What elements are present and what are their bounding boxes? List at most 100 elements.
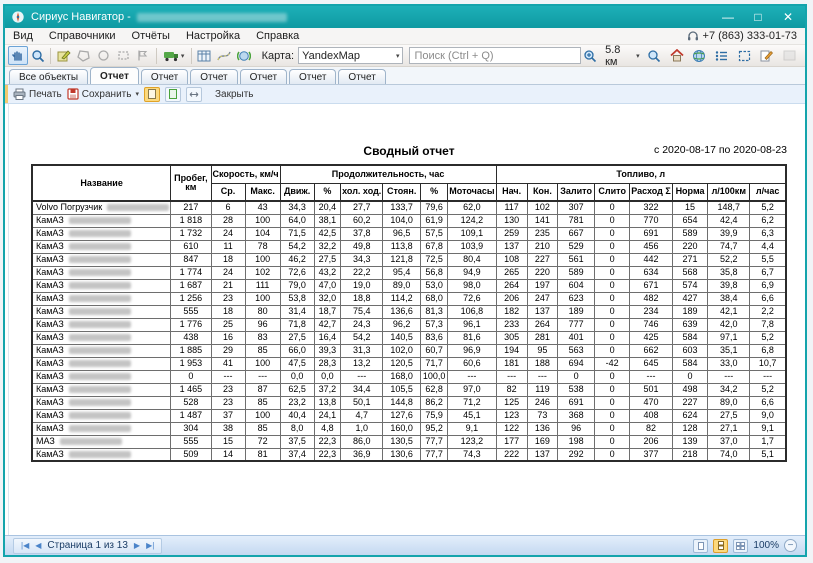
tab-report-active[interactable]: Отчет — [90, 67, 139, 84]
maximize-button[interactable]: □ — [743, 7, 773, 27]
prev-page-button[interactable]: ◀ — [35, 542, 41, 550]
next-page-button[interactable]: ▶ — [134, 542, 140, 550]
col-header-l-per-hour: л/час — [750, 183, 786, 201]
home-button[interactable] — [667, 46, 686, 65]
page-mode-fit-button[interactable] — [186, 87, 202, 102]
page-mode-continuous-button[interactable] — [165, 87, 181, 102]
zoom-in-button[interactable] — [581, 46, 600, 65]
last-page-button[interactable]: ▶| — [146, 542, 154, 550]
table-cell: 140,5 — [383, 331, 421, 344]
route-view-icon — [217, 50, 231, 62]
flag-tool-button[interactable] — [133, 46, 153, 65]
minimize-button[interactable]: — — [713, 7, 743, 27]
table-cell: 220 — [527, 266, 557, 279]
circle-select-button[interactable] — [94, 46, 114, 65]
table-cell: 4,7 — [341, 409, 383, 422]
tab-report-4[interactable]: Отчет — [240, 69, 287, 84]
vehicle-name-cell: КамАЗ — [32, 383, 171, 396]
table-cell: 1 776 — [171, 318, 211, 331]
view-single-page-button[interactable] — [693, 539, 708, 553]
close-button[interactable]: ✕ — [773, 7, 803, 27]
menu-reports[interactable]: Отчёты — [132, 30, 170, 42]
edit-note-button[interactable] — [757, 46, 776, 65]
tab-report-3[interactable]: Отчет — [190, 69, 237, 84]
table-cell: --- — [527, 370, 557, 383]
rect-select-button[interactable] — [113, 46, 133, 65]
map-edit-button[interactable] — [54, 46, 74, 65]
col-header-engine-hours: Моточасы — [448, 183, 496, 201]
col-header-parked-pct: % — [421, 183, 448, 201]
table-cell: 39,3 — [314, 344, 340, 357]
close-report-button[interactable]: Закрыть — [215, 89, 254, 100]
table-cell: 85 — [245, 396, 280, 409]
table-cell: 103,9 — [448, 240, 496, 253]
table-cell: 37,8 — [341, 227, 383, 240]
menu-directories[interactable]: Справочники — [49, 30, 116, 42]
table-cell: 15 — [211, 435, 245, 448]
table-cell: 6,3 — [750, 227, 786, 240]
table-cell: 563 — [558, 344, 595, 357]
first-page-button[interactable]: |◀ — [21, 542, 29, 550]
col-header-moving-pct: % — [314, 183, 340, 201]
table-cell: 89,0 — [383, 279, 421, 292]
zoom-tool-button[interactable] — [645, 46, 664, 65]
globe-refresh-button[interactable] — [234, 46, 254, 65]
table-cell: 1 774 — [171, 266, 211, 279]
menu-view[interactable]: Вид — [13, 30, 33, 42]
table-cell: 71,2 — [448, 396, 496, 409]
view-continuous-button[interactable] — [713, 539, 728, 553]
zoom-search-button[interactable] — [28, 46, 48, 65]
disabled-tool-button — [780, 46, 799, 65]
table-cell: 425 — [630, 331, 673, 344]
globe-button[interactable] — [690, 46, 709, 65]
table-cell: 0 — [595, 422, 630, 435]
redacted-plate — [69, 308, 131, 315]
scale-dropdown[interactable]: 5.8 км ▾ — [603, 44, 642, 68]
polygon-select-button[interactable] — [74, 46, 94, 65]
select-frame-button[interactable] — [735, 46, 754, 65]
tab-all-objects[interactable]: Все объекты — [9, 69, 88, 84]
legend-list-button[interactable] — [712, 46, 731, 65]
table-cell: 24,3 — [341, 318, 383, 331]
table-cell: 35,1 — [708, 344, 750, 357]
menu-help[interactable]: Справка — [256, 30, 299, 42]
tab-report-2[interactable]: Отчет — [141, 69, 188, 84]
table-cell: 136 — [527, 422, 557, 435]
table-cell: 148,7 — [708, 201, 750, 214]
table-row: КамАЗ1 4873710040,424,14,7127,675,945,11… — [32, 409, 786, 422]
table-cell: 123,2 — [448, 435, 496, 448]
table-cell: 1 818 — [171, 214, 211, 227]
table-view-button[interactable] — [195, 46, 215, 65]
table-cell: 77,7 — [421, 448, 448, 461]
table-cell: 456 — [630, 240, 673, 253]
map-select[interactable]: YandexMap ▾ — [298, 47, 403, 64]
print-button[interactable]: Печать — [13, 88, 62, 100]
table-cell: 73 — [527, 409, 557, 422]
table-cell: 584 — [672, 331, 707, 344]
save-dropdown-arrow[interactable]: ▾ — [135, 90, 139, 98]
table-cell: 24,1 — [314, 409, 340, 422]
tab-report-6[interactable]: Отчет — [338, 69, 385, 84]
table-cell: 227 — [672, 396, 707, 409]
table-cell: 401 — [558, 331, 595, 344]
menu-settings[interactable]: Настройка — [186, 30, 240, 42]
table-row: Volvo Погрузчик21764334,320,427,7133,779… — [32, 201, 786, 214]
view-multi-icon — [736, 542, 745, 550]
table-row: КамАЗ438168327,516,454,2140,583,681,6305… — [32, 331, 786, 344]
save-button[interactable]: Сохранить ▾ — [67, 88, 139, 100]
zoom-out-button[interactable]: − — [784, 539, 797, 552]
page-mode-single-button[interactable] — [144, 87, 160, 102]
vehicle-name-cell: КамАЗ — [32, 318, 171, 331]
table-cell: 106,8 — [448, 305, 496, 318]
vehicle-group-button[interactable]: ▾ — [160, 46, 188, 65]
pan-tool-button[interactable] — [8, 46, 28, 65]
redacted-plate — [69, 425, 131, 432]
table-cell: 19,0 — [341, 279, 383, 292]
view-multi-page-button[interactable] — [733, 539, 748, 553]
table-cell: 189 — [672, 305, 707, 318]
search-input[interactable] — [409, 47, 580, 64]
tab-report-5[interactable]: Отчет — [289, 69, 336, 84]
table-cell: 137 — [527, 448, 557, 461]
table-cell: 39,8 — [708, 279, 750, 292]
route-view-button[interactable] — [214, 46, 234, 65]
